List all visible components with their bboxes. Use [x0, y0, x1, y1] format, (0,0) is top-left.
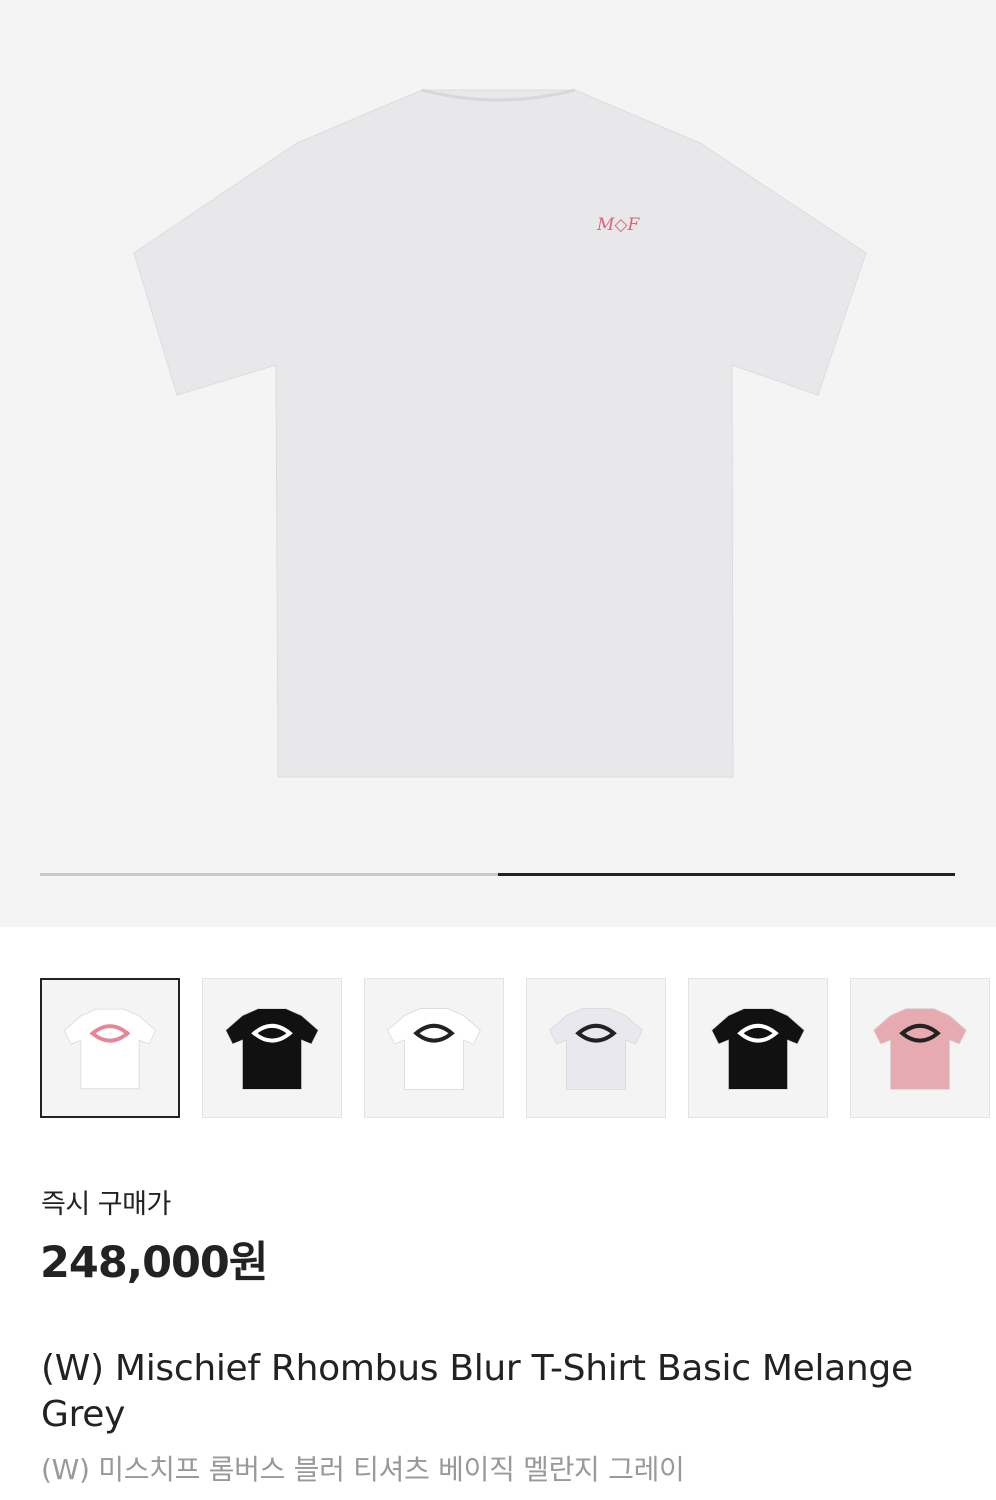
thumbnail-item[interactable]	[40, 978, 180, 1118]
thumbnail-list	[40, 978, 996, 1120]
tshirt-back-image: M◇F	[133, 88, 867, 778]
tshirt-logo: M◇F	[596, 215, 640, 235]
thumbnail-shirt	[711, 1008, 805, 1090]
thumbnail-shirt	[225, 1008, 319, 1090]
product-image-gallery[interactable]: M◇F	[0, 0, 996, 927]
thumbnail-shirt	[873, 1008, 967, 1090]
instant-buy-price-label: 즉시 구매가	[41, 1189, 171, 1220]
thumbnail-item[interactable]	[850, 978, 990, 1118]
gallery-progress-indicator	[497, 873, 955, 876]
tshirt-thumbnail	[549, 1008, 643, 1090]
tshirt-thumbnail	[63, 1008, 157, 1090]
tshirt-body	[133, 89, 867, 778]
product-title-korean: (W) 미스치프 롬버스 블러 티셔츠 베이직 멜란지 그레이	[41, 1453, 685, 1486]
gallery-progress-track	[40, 873, 955, 876]
tshirt-thumbnail	[225, 1008, 319, 1090]
tshirt-thumbnail	[711, 1008, 805, 1090]
thumbnail-item[interactable]	[202, 978, 342, 1118]
product-title-english: (W) Mischief Rhombus Blur T-Shirt Basic …	[41, 1348, 913, 1435]
instant-buy-price: 248,000원	[40, 1238, 268, 1288]
thumbnail-item[interactable]	[364, 978, 504, 1118]
thumbnail-shirt	[63, 1008, 157, 1090]
tshirt-thumbnail	[387, 1008, 481, 1090]
thumbnail-shirt	[549, 1008, 643, 1090]
tshirt-thumbnail	[873, 1008, 967, 1090]
thumbnail-shirt	[387, 1008, 481, 1090]
thumbnail-item[interactable]	[526, 978, 666, 1118]
thumbnail-item[interactable]	[688, 978, 828, 1118]
